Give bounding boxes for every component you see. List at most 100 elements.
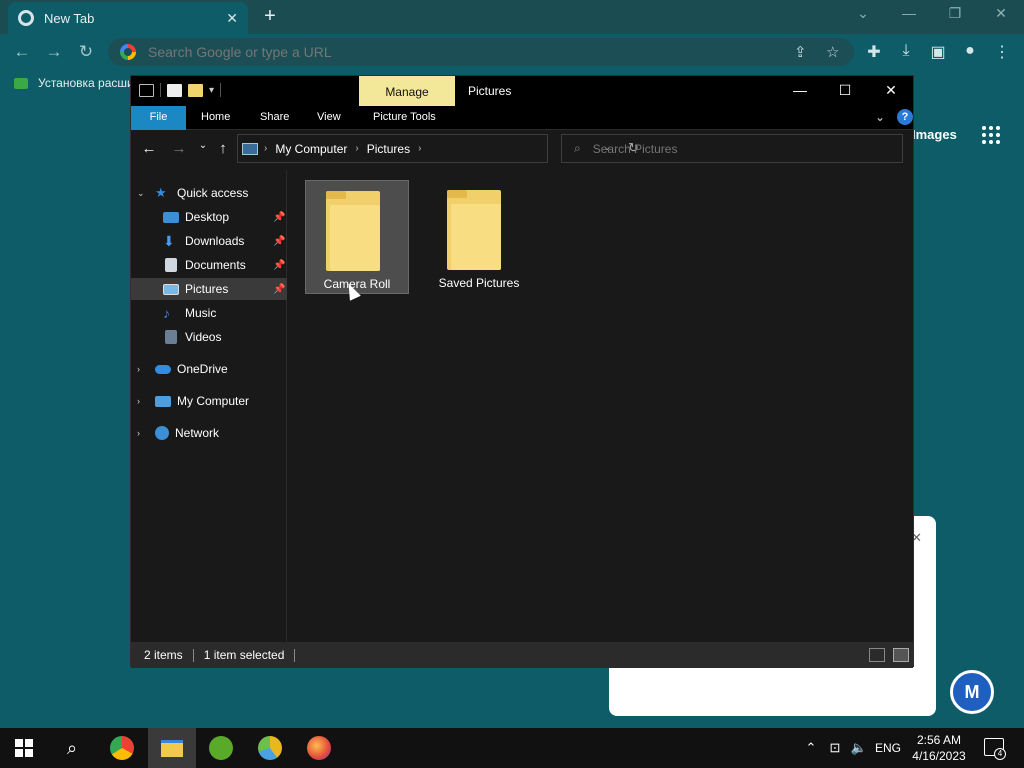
manage-contextual-tab[interactable]: Manage: [359, 76, 455, 106]
explorer-forward-icon[interactable]: →: [169, 140, 189, 157]
taskbar-app[interactable]: [246, 728, 294, 768]
search-input[interactable]: [592, 141, 883, 156]
back-icon[interactable]: ←: [12, 42, 32, 62]
computer-icon: [242, 142, 258, 155]
close-icon[interactable]: ✕: [986, 5, 1016, 22]
apps-grid-icon[interactable]: [982, 126, 1000, 144]
ribbon-tab-home[interactable]: Home: [189, 106, 242, 130]
firefox-icon: [307, 736, 331, 760]
nav-item-music[interactable]: ♪ Music: [131, 302, 287, 324]
volume-icon[interactable]: 🔈: [848, 728, 870, 768]
nav-item-my-computer[interactable]: › My Computer: [131, 390, 287, 412]
show-hidden-icons-icon[interactable]: ⌃: [800, 728, 822, 768]
google-icon: [120, 44, 136, 60]
quick-access-toolbar: ▾: [139, 83, 222, 97]
nav-item-pictures[interactable]: Pictures 📌: [131, 278, 287, 300]
explorer-back-icon[interactable]: ←: [139, 140, 159, 157]
forward-icon[interactable]: →: [44, 42, 64, 62]
breadcrumb-my-computer[interactable]: My Computer: [275, 142, 347, 156]
window-title: Pictures: [468, 84, 512, 98]
pin-icon[interactable]: 📌: [273, 212, 285, 223]
taskbar-utorrent[interactable]: [197, 728, 245, 768]
folder-icon: [447, 190, 505, 270]
browser-tab-new-tab[interactable]: New Tab ✕: [8, 2, 248, 34]
bookmark-icon: [14, 77, 28, 89]
images-link[interactable]: Images: [912, 127, 957, 142]
network-tray-icon[interactable]: ⊡: [824, 728, 846, 768]
folder-item-camera-roll[interactable]: Camera Roll: [305, 180, 409, 294]
pin-icon[interactable]: 📌: [273, 284, 285, 295]
ribbon-tab-file[interactable]: File: [131, 106, 186, 130]
ribbon-tab-share[interactable]: Share: [248, 106, 301, 130]
navigation-pane: ⌄ ★ Quick access Desktop 📌 ⬇ Downloads 📌…: [131, 170, 287, 642]
nav-item-desktop[interactable]: Desktop 📌: [131, 206, 287, 228]
expand-chevron-icon[interactable]: ›: [137, 396, 140, 406]
restore-icon[interactable]: ❐: [940, 5, 970, 22]
nav-item-videos[interactable]: Videos: [131, 326, 287, 348]
new-folder-icon[interactable]: [188, 83, 203, 97]
nav-item-downloads[interactable]: ⬇ Downloads 📌: [131, 230, 287, 252]
expand-chevron-icon[interactable]: ›: [137, 364, 140, 374]
mcafee-shield-icon[interactable]: M: [950, 670, 994, 714]
up-icon[interactable]: ↑: [213, 140, 233, 157]
breadcrumb-pictures[interactable]: Pictures: [367, 142, 410, 156]
explorer-title-bar: ▾ Manage Pictures — ☐ ✕: [131, 76, 913, 106]
nav-item-network[interactable]: › Network: [131, 422, 287, 444]
reload-icon[interactable]: ↻: [76, 42, 96, 62]
clock-time: 2:56 AM: [916, 733, 962, 747]
minimize-icon[interactable]: —: [894, 5, 924, 21]
details-view-icon[interactable]: [869, 648, 885, 662]
star-icon: ★: [155, 185, 167, 200]
collapse-chevron-icon[interactable]: ⌄: [137, 188, 145, 199]
explorer-close-icon[interactable]: ✕: [876, 82, 906, 99]
taskbar-chrome[interactable]: [98, 728, 146, 768]
download-icon[interactable]: ⤓: [896, 42, 916, 60]
search-box[interactable]: ⌕: [561, 134, 903, 163]
tab-search-icon[interactable]: ⌄: [848, 5, 878, 22]
start-button[interactable]: [0, 728, 48, 768]
taskbar-file-explorer[interactable]: [148, 728, 196, 768]
folder-item-saved-pictures[interactable]: Saved Pictures: [427, 180, 531, 294]
bookmark-item[interactable]: Установка расши: [14, 76, 134, 90]
nav-item-documents[interactable]: Documents 📌: [131, 254, 287, 276]
nav-item-onedrive[interactable]: › OneDrive: [131, 358, 287, 380]
ribbon-tab-view[interactable]: View: [305, 106, 353, 130]
folder-icon: [326, 191, 384, 271]
extensions-icon[interactable]: ✚: [864, 42, 884, 62]
expand-chevron-icon[interactable]: ›: [137, 428, 140, 438]
profile-icon[interactable]: ●: [960, 42, 980, 60]
side-panel-icon[interactable]: ▣: [928, 42, 948, 62]
nav-item-quick-access[interactable]: ⌄ ★ Quick access: [131, 182, 287, 204]
taskbar-firefox[interactable]: [295, 728, 343, 768]
share-icon[interactable]: ⇪: [794, 43, 807, 61]
omnibox-input[interactable]: [148, 44, 748, 60]
recent-locations-icon[interactable]: ⌄: [193, 140, 213, 151]
language-indicator[interactable]: ENG: [872, 728, 904, 768]
omnibox[interactable]: [108, 38, 854, 66]
window-app-icon: [139, 83, 154, 97]
help-icon[interactable]: ?: [897, 109, 913, 125]
pin-icon[interactable]: 📌: [273, 236, 285, 247]
clock[interactable]: 2:56 AM 4/16/2023: [908, 732, 970, 764]
bookmark-star-icon[interactable]: ☆: [826, 43, 839, 61]
large-icons-view-icon[interactable]: [893, 648, 909, 662]
ribbon-tabs: File Home Share View Picture Tools ⌄ ?: [131, 106, 913, 130]
expand-ribbon-icon[interactable]: ⌄: [875, 110, 885, 124]
menu-icon[interactable]: ⋮: [992, 42, 1012, 62]
explorer-minimize-icon[interactable]: —: [785, 82, 815, 98]
new-tab-button[interactable]: +: [258, 5, 282, 29]
tab-close-icon[interactable]: ✕: [226, 10, 238, 27]
explorer-maximize-icon[interactable]: ☐: [830, 82, 860, 99]
video-icon: [165, 330, 177, 344]
desktop-icon: [163, 211, 179, 223]
notification-count-badge: 4: [994, 748, 1006, 760]
customize-toolbar-icon[interactable]: ▾: [209, 85, 214, 96]
cloud-icon: [155, 364, 171, 374]
taskbar-search-icon[interactable]: ⌕: [48, 728, 96, 768]
network-icon: [155, 426, 169, 440]
address-bar[interactable]: › My Computer › Pictures › ⌄ ↻: [237, 134, 639, 163]
properties-icon[interactable]: [167, 83, 182, 97]
chrome-icon: [110, 736, 134, 760]
ribbon-tab-picture-tools[interactable]: Picture Tools: [361, 106, 448, 130]
pin-icon[interactable]: 📌: [273, 260, 285, 271]
